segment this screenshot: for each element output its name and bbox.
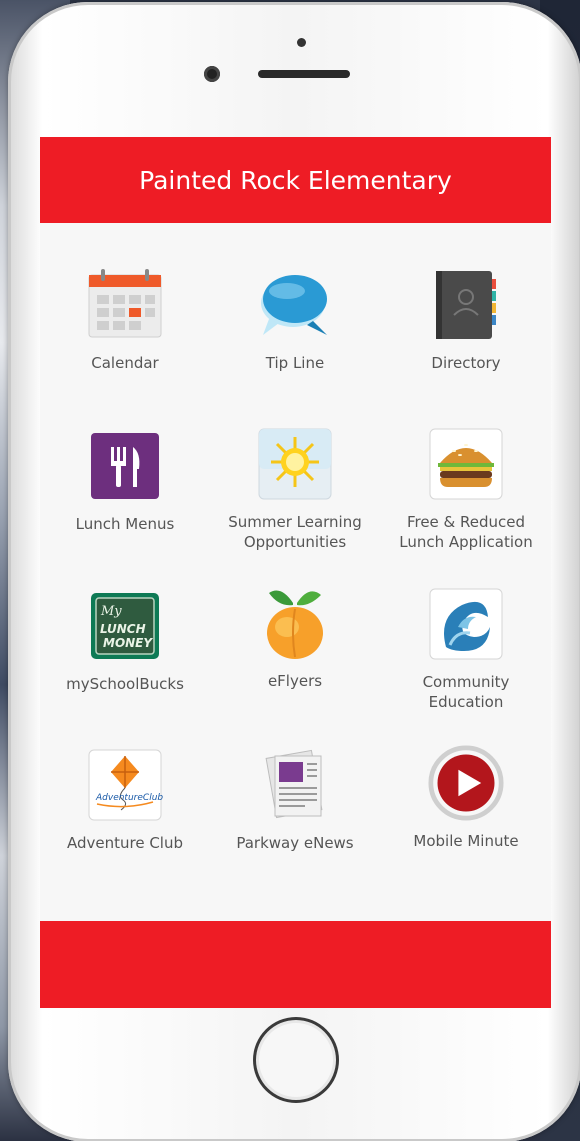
peach-icon	[257, 585, 333, 661]
tile-summer-learning[interactable]: Summer Learning Opportunities	[210, 426, 380, 552]
tile-eflyers[interactable]: eFlyers	[210, 585, 380, 691]
front-camera-icon	[204, 66, 220, 82]
app-title: Painted Rock Elementary	[139, 165, 452, 195]
lunch-money-line2: LUNCH	[100, 622, 146, 636]
proximity-sensor	[297, 38, 306, 47]
app-screen: Painted Rock Elementary Calendar Tip Lin…	[40, 137, 551, 1008]
tile-label: Calendar	[91, 354, 159, 372]
tile-lunch-menus[interactable]: Lunch Menus	[40, 428, 210, 534]
tile-calendar[interactable]: Calendar	[40, 267, 210, 373]
play-button-icon	[428, 745, 504, 821]
tile-adventure-club[interactable]: AdventureClub Adventure Club	[40, 747, 210, 853]
kite-icon: AdventureClub	[87, 747, 163, 823]
fork-knife-icon	[87, 428, 163, 504]
tile-myschoolbucks[interactable]: My LUNCH MONEY mySchoolBucks	[40, 588, 210, 694]
tile-tip-line[interactable]: Tip Line	[210, 267, 380, 373]
tile-label: Tip Line	[265, 354, 325, 372]
app-footer-bar	[40, 921, 551, 1008]
hamburger-icon	[428, 426, 504, 502]
tile-free-reduced-lunch[interactable]: Free & Reduced Lunch Application	[381, 426, 551, 552]
sun-icon	[257, 426, 333, 502]
tile-label: Parkway eNews	[236, 834, 354, 852]
tile-directory[interactable]: Directory	[381, 267, 551, 373]
lunch-money-icon: My LUNCH MONEY	[87, 588, 163, 664]
tile-label: mySchoolBucks	[66, 675, 184, 693]
app-header: Painted Rock Elementary	[40, 137, 551, 223]
home-button[interactable]	[253, 1017, 339, 1103]
tile-community-education[interactable]: Community Education	[381, 586, 551, 712]
tile-mobile-minute[interactable]: Mobile Minute	[381, 745, 551, 851]
tile-label: Community Education	[422, 673, 510, 711]
tile-label: Mobile Minute	[413, 832, 519, 850]
tile-label: Lunch Menus	[75, 515, 175, 533]
address-book-icon	[428, 267, 504, 343]
lunch-money-line1: My	[100, 604, 122, 619]
calendar-icon	[87, 267, 163, 343]
tile-label: eFlyers	[267, 672, 323, 690]
tile-label: Free & Reduced Lunch Application	[399, 513, 533, 551]
community-education-logo-icon	[428, 586, 504, 662]
lunch-money-line3: MONEY	[103, 636, 153, 650]
tile-label: Adventure Club	[66, 834, 184, 852]
speech-bubble-icon	[257, 267, 333, 343]
tile-label: Directory	[431, 354, 501, 372]
earpiece-speaker	[258, 70, 350, 78]
tile-parkway-enews[interactable]: Parkway eNews	[210, 747, 380, 853]
tile-label: Summer Learning Opportunities	[228, 513, 362, 551]
newspaper-icon	[257, 747, 333, 823]
